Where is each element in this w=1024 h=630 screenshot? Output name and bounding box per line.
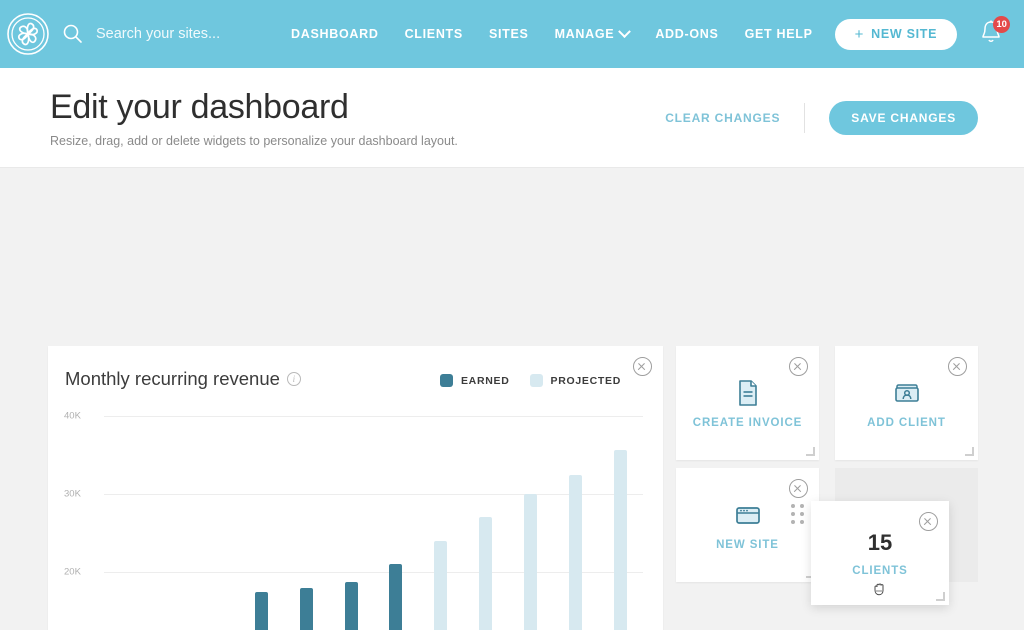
search-icon: [62, 23, 84, 45]
browser-window-icon: [733, 500, 763, 530]
close-icon[interactable]: [919, 512, 938, 531]
chart-header: Monthly recurring revenue i EARNED PROJE…: [48, 346, 663, 390]
save-changes-button[interactable]: SAVE CHANGES: [829, 101, 978, 135]
tile-label: CREATE INVOICE: [693, 417, 803, 429]
y-axis-tick-label: 20K: [64, 567, 81, 578]
bar-column: [598, 408, 643, 630]
pinwheel-logo-icon: [6, 12, 50, 56]
widget-create-invoice[interactable]: CREATE INVOICE: [676, 346, 819, 460]
chart-title-text: Monthly recurring revenue: [65, 368, 280, 390]
y-axis-tick-label: 30K: [64, 489, 81, 500]
widget-clients-dragging[interactable]: 15 CLIENTS: [811, 501, 949, 605]
legend-swatch: [530, 374, 543, 387]
widget-new-site[interactable]: NEW SITE: [676, 468, 819, 582]
nav-label: DASHBOARD: [291, 27, 379, 41]
nav-item-dashboard[interactable]: DASHBOARD: [291, 27, 379, 41]
tile-label: CLIENTS: [852, 565, 908, 577]
legend-label: PROJECTED: [551, 375, 621, 387]
grab-cursor: [872, 581, 888, 597]
search-input[interactable]: [96, 26, 271, 42]
close-icon[interactable]: [633, 357, 652, 376]
resize-handle-icon[interactable]: [965, 447, 974, 456]
chart-bar[interactable]: [569, 475, 582, 630]
bar-column: [194, 408, 239, 630]
widget-add-client[interactable]: ADD CLIENT: [835, 346, 978, 460]
chart-bar[interactable]: [614, 450, 627, 630]
nav-item-manage[interactable]: MANAGE: [555, 27, 630, 41]
header-actions: CLEAR CHANGES SAVE CHANGES: [665, 101, 978, 135]
tile-label: NEW SITE: [716, 539, 779, 551]
page-subtitle: Resize, drag, add or delete widgets to p…: [50, 134, 458, 148]
nav-item-sites[interactable]: SITES: [489, 27, 529, 41]
chart-bars: [104, 408, 643, 630]
drag-handle-icon[interactable]: [791, 504, 805, 524]
client-folder-icon: [892, 378, 922, 408]
clear-changes-button[interactable]: CLEAR CHANGES: [665, 111, 804, 125]
bar-column: [374, 408, 419, 630]
resize-handle-icon[interactable]: [806, 447, 815, 456]
nav-item-get-help[interactable]: GET HELP: [745, 27, 813, 41]
close-icon[interactable]: [789, 357, 808, 376]
nav-item-add-ons[interactable]: ADD-ONS: [655, 27, 718, 41]
bar-column: [508, 408, 553, 630]
bar-column: [239, 408, 284, 630]
nav-label: CLIENTS: [405, 27, 463, 41]
chart-bar[interactable]: [479, 517, 492, 630]
chart-bar[interactable]: [524, 494, 537, 630]
resize-handle-icon[interactable]: [936, 592, 945, 601]
chevron-down-icon: [618, 25, 631, 38]
bar-column: [329, 408, 374, 630]
top-navigation-bar: DASHBOARD CLIENTS SITES MANAGE ADD-ONS G…: [0, 0, 1024, 68]
main-navigation: DASHBOARD CLIENTS SITES MANAGE ADD-ONS G…: [291, 27, 813, 41]
legend-item-earned: EARNED: [440, 374, 510, 387]
nav-label: MANAGE: [555, 27, 615, 41]
nav-label: SITES: [489, 27, 529, 41]
new-site-label: NEW SITE: [871, 27, 937, 41]
nav-label: ADD-ONS: [655, 27, 718, 41]
chart-plot-area: 010K20K30K40K: [64, 408, 647, 630]
plus-icon: +: [855, 27, 864, 42]
divider: [804, 103, 805, 133]
document-icon: [733, 378, 763, 408]
chart-bar[interactable]: [434, 541, 447, 630]
notifications-button[interactable]: 10: [979, 19, 1003, 49]
legend-label: EARNED: [461, 375, 510, 387]
y-axis-tick-label: 40K: [64, 411, 81, 422]
search-box[interactable]: [62, 23, 271, 45]
bar-column: [149, 408, 194, 630]
chart-legend: EARNED PROJECTED: [440, 374, 621, 387]
close-icon[interactable]: [948, 357, 967, 376]
info-icon[interactable]: i: [287, 372, 301, 386]
legend-swatch: [440, 374, 453, 387]
chart-bar[interactable]: [255, 592, 268, 630]
notification-badge: 10: [993, 16, 1010, 33]
nav-item-clients[interactable]: CLIENTS: [405, 27, 463, 41]
tile-label: ADD CLIENT: [867, 417, 946, 429]
bar-column: [553, 408, 598, 630]
new-site-button[interactable]: + NEW SITE: [835, 19, 958, 50]
chart-title: Monthly recurring revenue i: [65, 368, 301, 390]
chart-bar[interactable]: [300, 588, 313, 630]
close-icon[interactable]: [789, 479, 808, 498]
chart-bar[interactable]: [345, 582, 358, 630]
bar-column: [463, 408, 508, 630]
chart-bar[interactable]: [389, 564, 402, 630]
widget-monthly-recurring-revenue[interactable]: Monthly recurring revenue i EARNED PROJE…: [48, 346, 663, 630]
nav-label: GET HELP: [745, 27, 813, 41]
bar-column: [284, 408, 329, 630]
brand-logo[interactable]: [6, 12, 50, 56]
page-title: Edit your dashboard: [50, 88, 458, 127]
bar-column: [104, 408, 149, 630]
bar-column: [418, 408, 463, 630]
page-header-text: Edit your dashboard Resize, drag, add or…: [50, 88, 458, 148]
legend-item-projected: PROJECTED: [530, 374, 621, 387]
page-header: Edit your dashboard Resize, drag, add or…: [0, 68, 1024, 168]
dashboard-workspace: Monthly recurring revenue i EARNED PROJE…: [0, 168, 1024, 630]
clients-count: 15: [868, 530, 892, 556]
